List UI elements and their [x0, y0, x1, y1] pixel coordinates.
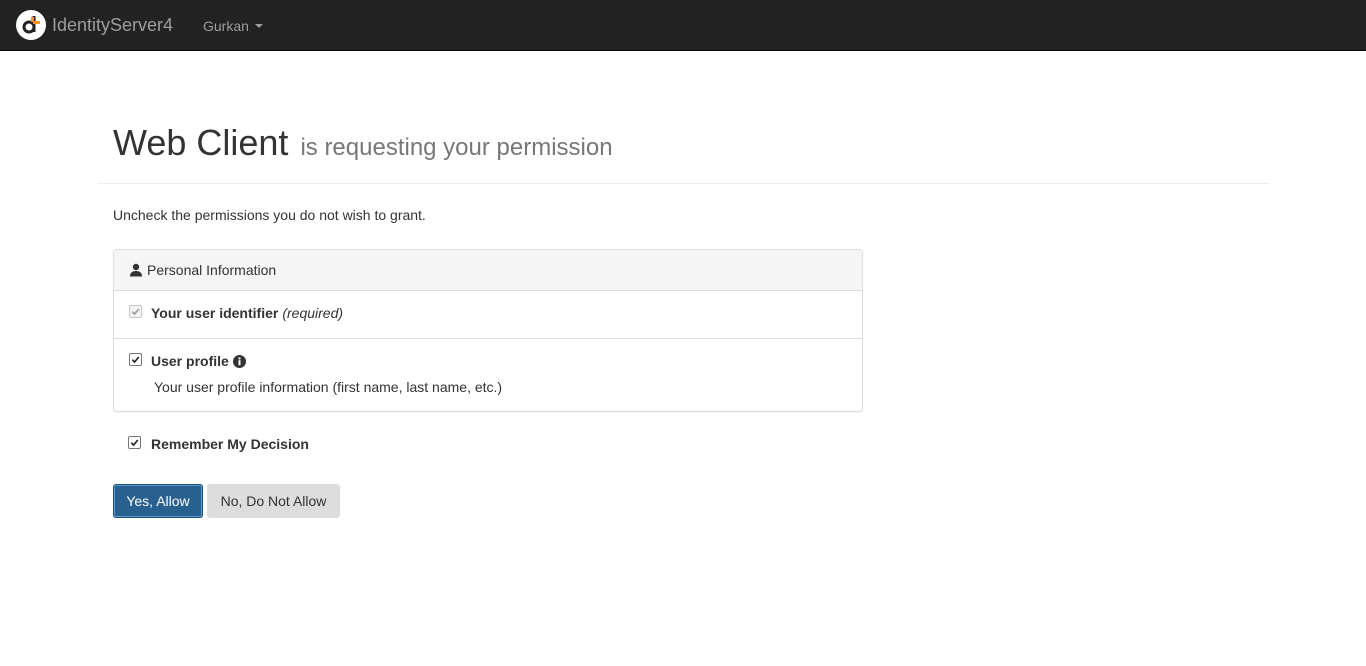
check-icon — [131, 308, 140, 316]
consent-instructions: Uncheck the permissions you do not wish … — [113, 207, 426, 223]
info-sign-icon[interactable] — [232, 354, 246, 368]
user-profile-checkbox[interactable] — [129, 353, 142, 366]
personal-information-panel: Personal Information Your user identifie… — [113, 249, 863, 412]
page-subtitle: is requesting your permission — [300, 134, 613, 161]
user-profile-label: User profile — [151, 353, 229, 369]
remember-decision-label: Remember My Decision — [151, 436, 309, 452]
caret-down-icon — [254, 24, 263, 28]
remember-decision-checkbox[interactable] — [128, 436, 141, 449]
page-title: Web Client is requesting your permission — [113, 123, 613, 168]
panel-heading: Personal Information — [114, 250, 862, 291]
user-name: Gurkan — [203, 18, 249, 34]
page-header: Web Client is requesting your permission — [98, 51, 1269, 184]
scope-item-user-profile: User profile Your user profile informati… — [114, 339, 862, 411]
user-dropdown[interactable]: Gurkan — [203, 16, 263, 36]
deny-button[interactable]: No, Do Not Allow — [207, 484, 340, 518]
user-identifier-checkbox[interactable] — [129, 305, 142, 318]
panel-heading-text: Personal Information — [147, 262, 277, 278]
check-icon — [130, 439, 139, 447]
scope-label: Your user identifier (required) — [151, 304, 343, 322]
user-profile-description: Your user profile information (first nam… — [154, 379, 503, 395]
scope-label: User profile — [151, 352, 246, 370]
identityserver-logo-icon — [16, 10, 46, 40]
top-navbar: IdentityServer4 Gurkan — [0, 0, 1366, 51]
check-icon — [131, 356, 140, 364]
user-identifier-label: Your user identifier — [151, 305, 279, 321]
brand-link[interactable]: IdentityServer4 — [16, 10, 173, 40]
brand-name: IdentityServer4 — [52, 15, 174, 35]
user-icon — [129, 263, 143, 277]
allow-button[interactable]: Yes, Allow — [113, 484, 203, 518]
required-note: (required) — [282, 305, 344, 321]
scope-item-user-identifier: Your user identifier (required) — [114, 291, 862, 339]
client-name: Web Client — [113, 122, 289, 163]
